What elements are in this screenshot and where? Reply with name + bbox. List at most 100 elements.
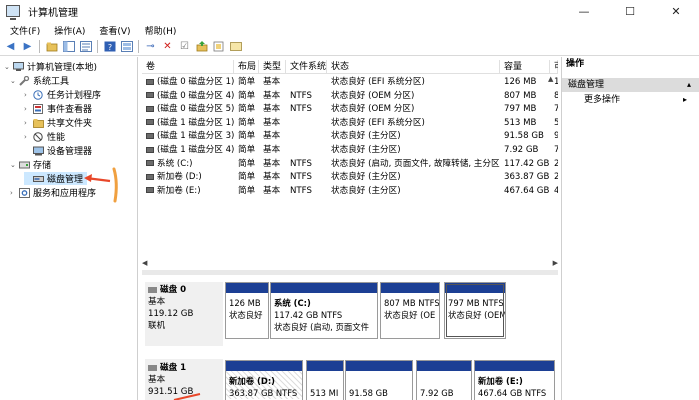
column-header-type[interactable]: 类型	[259, 60, 286, 74]
filesystem-cell	[286, 76, 327, 88]
volume-icon	[146, 160, 154, 167]
expand-arrow-icon[interactable]: ›	[24, 91, 33, 99]
filesystem-cell: NTFS	[290, 104, 312, 115]
actions-section-disk-management[interactable]: 磁盘管理 ▴	[562, 78, 699, 92]
partition-disk1-new-volume-d[interactable]: 新加卷 (D:) 363.87 GB NTFS	[225, 360, 303, 400]
table-row[interactable]: (磁盘 1 磁盘分区 3)简单基本状态良好 (主分区)91.58 GB91	[142, 130, 558, 142]
tree-item-shared-folders[interactable]: › 共享文件夹	[24, 116, 92, 129]
column-header-status[interactable]: 状态	[327, 60, 500, 74]
partition-disk0-oem-1[interactable]: 807 MB NTFS 状态良好 (OE	[380, 282, 440, 339]
capacity-cell: 807 MB	[504, 90, 537, 101]
table-row[interactable]: 新加卷 (E:) 简单 基本 NTFS 状态良好 (主分区) 467.64 GB 4	[142, 185, 558, 197]
volume-list: 卷 布局 类型 文件系统 状态 容量 可 (磁盘 0 磁盘分区 1)简单基本状态…	[142, 57, 558, 270]
computer-icon	[13, 61, 24, 72]
options-icon[interactable]	[229, 40, 242, 53]
scroll-right-icon[interactable]: ▶	[553, 259, 558, 267]
tree-item-label: 任务计划程序	[47, 91, 102, 101]
table-row[interactable]: (磁盘 1 磁盘分区 1)简单基本状态良好 (EFI 系统分区)513 MB51	[142, 117, 558, 129]
window-title: 计算机管理	[28, 7, 78, 19]
disk-size: 119.12 GB	[148, 309, 194, 319]
expand-arrow-icon[interactable]: ›	[24, 133, 33, 141]
disk-0-label[interactable]: 磁盘 0 基本 119.12 GB 联机	[145, 282, 223, 346]
volume-name: 新加卷 (D:)	[157, 172, 202, 183]
expand-arrow-icon[interactable]: ›	[10, 189, 19, 197]
import-icon[interactable]	[195, 40, 208, 53]
partition-disk0-efi[interactable]: 126 MB 状态良好	[225, 282, 269, 339]
scroll-left-icon[interactable]: ◀	[142, 259, 147, 267]
volume-icon	[146, 173, 154, 180]
delete-icon[interactable]: ✕	[161, 40, 174, 53]
layout-cell: 简单	[238, 90, 256, 101]
column-header-free[interactable]: 可	[550, 60, 558, 74]
partition-disk0-system-c[interactable]: 系统 (C:) 117.42 GB NTFS 状态良好 (启动, 页面文件	[270, 282, 378, 339]
table-row[interactable]: (磁盘 0 磁盘分区 4) 简单 基本 NTFS 状态良好 (OEM 分区) 807 MB…	[142, 90, 558, 102]
partition-disk0-oem-2[interactable]: 797 MB NTFS状态良好 (OEM 分区)	[444, 282, 506, 339]
column-header-volume[interactable]: 卷	[142, 60, 234, 74]
partition-disk1-efi[interactable]: 513 MI	[306, 360, 344, 400]
tree-item-performance[interactable]: › 性能	[24, 130, 65, 143]
export-icon[interactable]	[212, 40, 225, 53]
status-cell: 状态良好 (OEM 分区)	[331, 90, 415, 101]
volume-cell: (磁盘 0 磁盘分区 1)	[142, 76, 234, 88]
partition-bar	[346, 361, 412, 371]
partition-disk1-new-volume-e[interactable]: 新加卷 (E:) 467.64 GB NTFS	[474, 360, 555, 400]
table-row[interactable]: (磁盘 0 磁盘分区 1)简单基本状态良好 (EFI 系统分区)126 MB12	[142, 76, 558, 88]
collapse-arrow-icon[interactable]: ⌄	[4, 63, 13, 71]
status-cell: 状态良好 (EFI 系统分区)	[331, 77, 425, 87]
connect-icon[interactable]: ⊸	[144, 40, 157, 53]
table-row[interactable]: 系统 (C:) 简单 基本 NTFS 状态良好 (启动, 页面文件, 故障转储, 主分区…	[142, 158, 558, 170]
volume-list-header: 卷 布局 类型 文件系统 状态 容量 可	[142, 60, 558, 74]
horizontal-scrollbar[interactable]: ◀ ▶	[142, 258, 558, 267]
collapse-arrow-icon[interactable]: ⌄	[10, 77, 19, 85]
minimize-button[interactable]: —	[561, 0, 607, 22]
disk-graphical-view: 磁盘 0 基本 119.12 GB 联机 126 MB 状态良好 系统 (C:) 1…	[142, 275, 558, 400]
partition-disk1-primary-4[interactable]: 7.92 GB	[416, 360, 472, 400]
tree-item-event-viewer[interactable]: › 事件查看器	[24, 102, 92, 115]
menu-file[interactable]: 文件(F)	[10, 24, 40, 37]
actions-pane: 操作 磁盘管理 ▴ 更多操作 ▸	[561, 57, 699, 400]
menu-action[interactable]: 操作(A)	[54, 24, 85, 37]
maximize-button[interactable]: ☐	[607, 0, 653, 22]
back-arrow-icon[interactable]: ◀	[4, 40, 17, 53]
capacity-cell: 513 MB	[504, 117, 537, 128]
menu-help[interactable]: 帮助(H)	[145, 24, 177, 37]
collapse-up-icon[interactable]: ▴	[687, 78, 691, 92]
column-header-layout[interactable]: 布局	[234, 60, 259, 74]
tree-item-disk-management[interactable]: 磁盘管理	[24, 172, 88, 185]
annotation-mark	[173, 393, 201, 400]
partition-bar	[381, 283, 439, 293]
expand-arrow-icon[interactable]: ›	[24, 105, 33, 113]
table-row[interactable]: 新加卷 (D:) 简单 基本 NTFS 状态良好 (主分区) 363.87 GB 2	[142, 171, 558, 183]
volume-icon	[146, 105, 154, 112]
partition-disk1-primary-3[interactable]: 91.58 GB	[345, 360, 413, 400]
actions-header: 操作	[566, 59, 585, 69]
tree-item-task-scheduler[interactable]: › 任务计划程序	[24, 88, 101, 101]
capacity-cell: 467.64 GB	[504, 185, 550, 196]
vertical-scrollbar[interactable]: ▲	[548, 75, 557, 270]
tree-item-label: 共享文件夹	[47, 119, 93, 129]
filesystem-cell: NTFS	[290, 158, 312, 169]
menu-view[interactable]: 查看(V)	[99, 24, 130, 37]
help-topics-icon[interactable]	[120, 40, 133, 53]
properties-icon[interactable]	[79, 40, 92, 53]
tree-item-storage[interactable]: ⌄ 存储	[10, 158, 51, 172]
table-row[interactable]: (磁盘 1 磁盘分区 4)简单基本状态良好 (主分区)7.92 GB7.9	[142, 144, 558, 156]
forward-arrow-icon[interactable]: ▶	[21, 40, 34, 53]
scroll-up-icon[interactable]: ▲	[548, 75, 553, 83]
tree-item-computer-management[interactable]: ⌄ 计算机管理(本地)	[4, 60, 97, 73]
collapse-arrow-icon[interactable]: ⌄	[10, 161, 19, 169]
check-icon[interactable]: ☑	[178, 40, 191, 53]
capacity-cell: 797 MB	[504, 104, 537, 115]
show-hide-tree-icon[interactable]	[62, 40, 75, 53]
close-button[interactable]: ✕	[653, 0, 699, 22]
expand-arrow-icon[interactable]: ›	[24, 119, 33, 127]
layout-cell: 简单	[238, 172, 256, 183]
help-icon[interactable]: ?	[103, 40, 116, 53]
up-folder-icon[interactable]	[45, 40, 58, 53]
more-actions-item[interactable]: 更多操作 ▸	[562, 92, 699, 108]
tree-item-device-manager[interactable]: 设备管理器	[24, 144, 92, 157]
tree-item-system-tools[interactable]: ⌄ 系统工具	[10, 74, 69, 87]
table-row[interactable]: (磁盘 0 磁盘分区 5) 简单 基本 NTFS 状态良好 (OEM 分区) 797 MB…	[142, 103, 558, 115]
column-header-capacity[interactable]: 容量	[500, 60, 550, 74]
column-header-filesystem[interactable]: 文件系统	[286, 60, 327, 74]
